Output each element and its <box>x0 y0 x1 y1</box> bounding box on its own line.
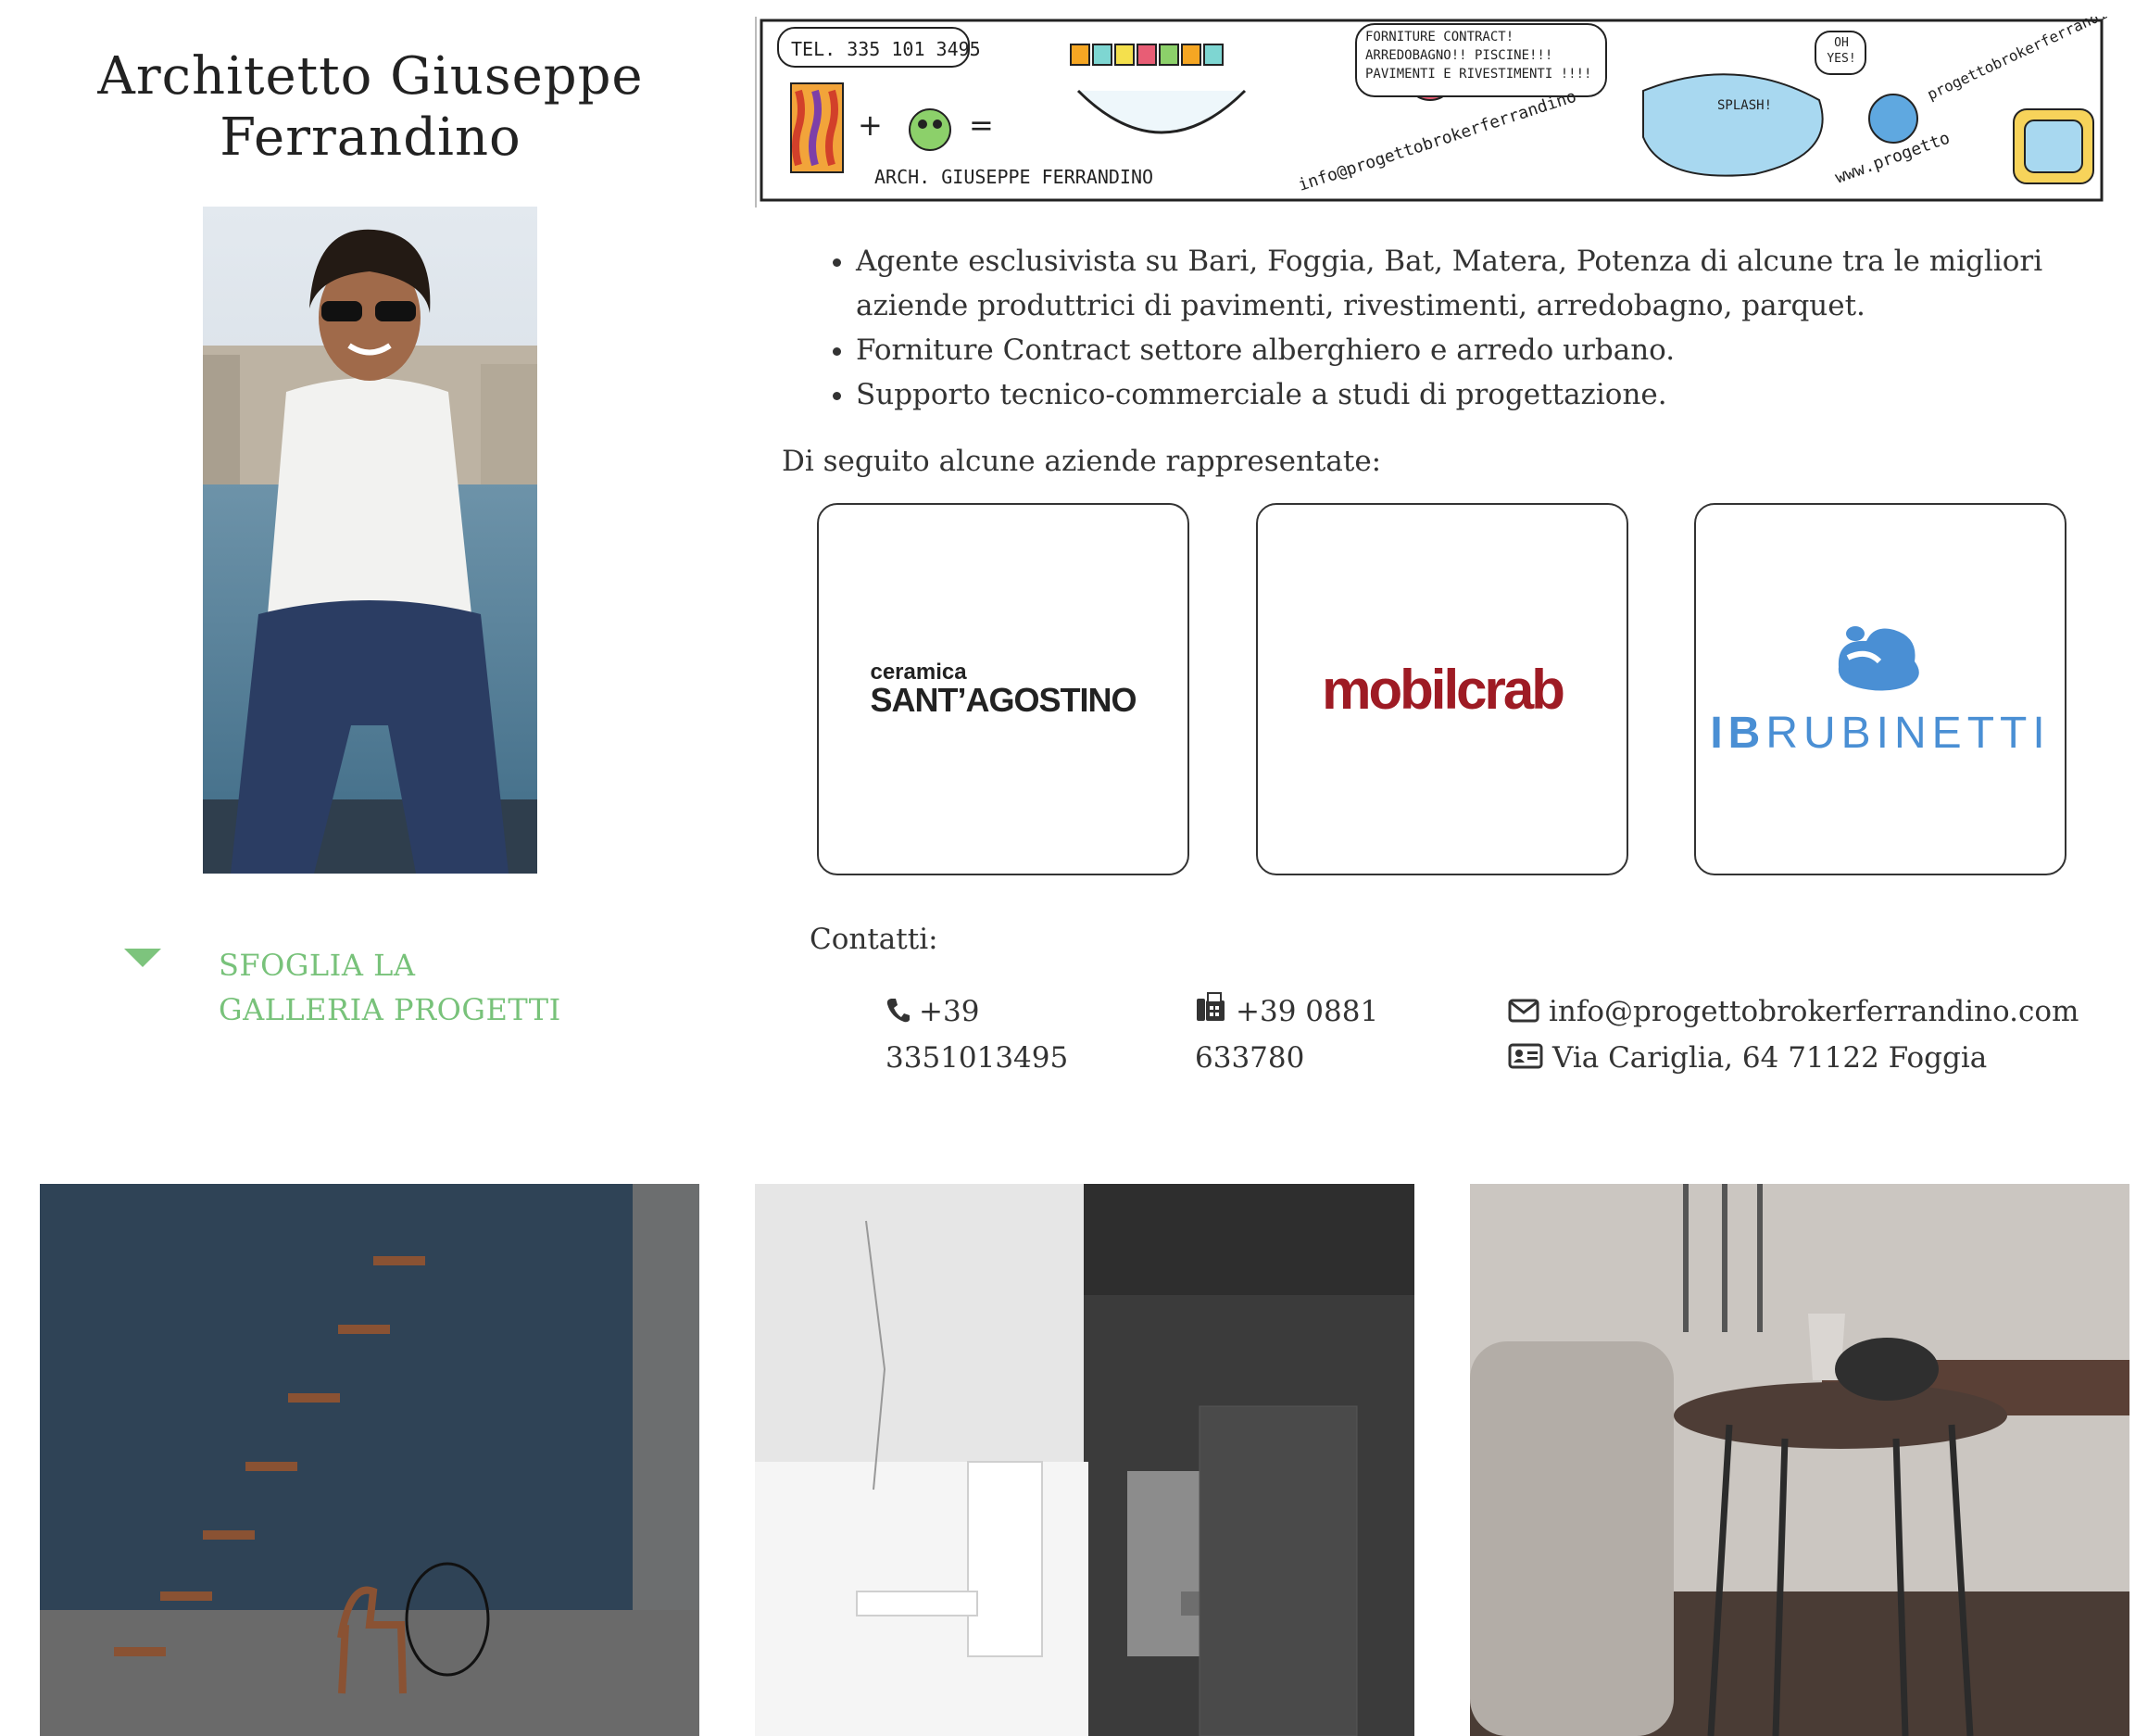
represented-companies-heading: Di seguito alcune aziende rappresentate: <box>782 445 1382 478</box>
service-item: Supporto tecnico-commerciale a studi di … <box>856 372 2093 417</box>
brand-card-santagostino[interactable]: ceramica SANT’AGOSTINO <box>817 503 1189 875</box>
fax-icon <box>1195 991 1226 1036</box>
contact-address-value: Via Cariglia, 64 71122 Foggia <box>1552 1041 1988 1075</box>
banner-phone-text: TEL. 335 101 3495 <box>791 38 981 60</box>
banner-speech-text: FORNITURE CONTRACT! ARREDOBAGNO!! PISCIN… <box>1365 30 1592 82</box>
cartoon-banner: TEL. 335 101 3495 + = FORNITURE CONTRACT… <box>754 17 2109 208</box>
ibrubinetti-logo: IBRUBINETTI <box>1710 621 2050 759</box>
ib-logo-light: RUBINETTI <box>1765 708 2051 758</box>
phone-icon <box>886 991 910 1036</box>
envelope-icon <box>1508 991 1539 1036</box>
page-title: Architetto Giuseppe Ferrandino <box>97 46 644 168</box>
contact-phone-value: +39 3351013495 <box>886 995 1069 1075</box>
brand-card-ibrubinetti[interactable]: IBRUBINETTI <box>1694 503 2066 875</box>
contact-email[interactable]: info@progettobrokerferrandino.com <box>1508 989 2101 1036</box>
service-item: Agente esclusivista su Bari, Foggia, Bat… <box>856 239 2093 328</box>
mobilcrab-logo: mobilcrab <box>1322 658 1565 721</box>
contact-email-value: info@progettobrokerferrandino.com <box>1549 995 2079 1028</box>
gallery-link-label: SFOGLIA LA GALLERIA PROGETTI <box>219 948 561 1027</box>
ib-logo-bold: IB <box>1710 708 1766 758</box>
project-photo-living-room-table[interactable] <box>1470 1184 2129 1736</box>
banner-signature-text: ARCH. GIUSEPPE FERRANDINO <box>874 166 1153 188</box>
ib-splash-icon <box>1838 625 1919 691</box>
triangle-down-icon <box>124 949 161 967</box>
brand-card-mobilcrab[interactable]: mobilcrab <box>1256 503 1628 875</box>
contact-phone[interactable]: +39 3351013495 <box>886 989 1154 1080</box>
svg-text:=: = <box>969 107 994 143</box>
architect-portrait-photo <box>203 207 537 874</box>
santagostino-logo: ceramica SANT’AGOSTINO <box>870 661 1137 719</box>
address-card-icon <box>1508 1038 1543 1082</box>
contacts-heading: Contatti: <box>810 923 938 956</box>
santagostino-logo-line2: SANT’AGOSTINO <box>870 681 1137 719</box>
contact-fax[interactable]: +39 0881 633780 <box>1195 989 1408 1080</box>
project-photo-bathroom-faucets[interactable] <box>755 1184 1414 1736</box>
banner-splash-text: SPLASH! <box>1717 98 1772 113</box>
services-list: Agente esclusivista su Bari, Foggia, Bat… <box>815 239 2093 417</box>
banner-ohyes-text: OH YES! <box>1827 36 1856 66</box>
svg-text:+: + <box>858 107 883 143</box>
project-photo-floating-stairs[interactable] <box>40 1184 699 1736</box>
service-item: Forniture Contract settore alberghiero e… <box>856 328 2093 372</box>
contact-address: Via Cariglia, 64 71122 Foggia <box>1508 1036 2101 1082</box>
